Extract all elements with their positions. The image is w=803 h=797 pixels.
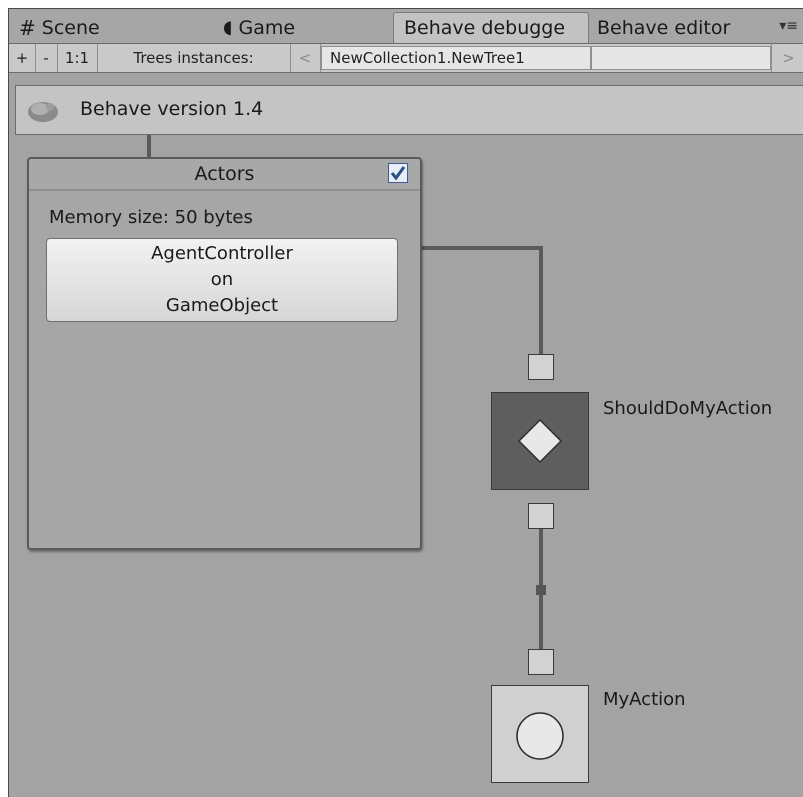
decorator-node-label: ShouldDoMyAction bbox=[603, 398, 773, 419]
action-node-label: MyAction bbox=[603, 689, 686, 710]
behave-debugger-window: # Scene ◖ Game Behave debugge Behave edi… bbox=[8, 8, 803, 797]
header-title: Behave version 1.4 bbox=[80, 98, 264, 120]
action-node[interactable] bbox=[491, 685, 589, 783]
diamond-icon bbox=[517, 418, 563, 464]
decorator-output-port[interactable] bbox=[528, 503, 554, 529]
agent-controller-line3: GameObject bbox=[165, 295, 279, 316]
actors-panel: Actors Memory size: 50 bytes AgentContro… bbox=[27, 157, 422, 550]
actors-panel-title: Actors bbox=[194, 163, 255, 185]
behave-logo-icon bbox=[28, 102, 58, 122]
checkmark-icon bbox=[390, 166, 406, 181]
agent-controller-line2: on bbox=[210, 269, 234, 290]
memory-size-text: Memory size: 50 bytes bbox=[49, 207, 253, 228]
action-input-port[interactable] bbox=[528, 649, 554, 675]
decorator-node[interactable] bbox=[491, 392, 589, 490]
wire-junction-marker bbox=[536, 585, 546, 595]
actors-panel-header[interactable]: Actors bbox=[29, 159, 420, 191]
agent-controller-line1: AgentController bbox=[151, 243, 293, 264]
actors-checkbox[interactable] bbox=[388, 163, 408, 183]
decorator-input-port[interactable] bbox=[528, 354, 554, 380]
agent-controller-button[interactable]: AgentController on GameObject bbox=[46, 238, 398, 322]
circle-icon bbox=[516, 712, 564, 760]
actors-to-decorator-wire bbox=[422, 246, 543, 354]
behave-version-header: Behave version 1.4 bbox=[15, 85, 803, 135]
